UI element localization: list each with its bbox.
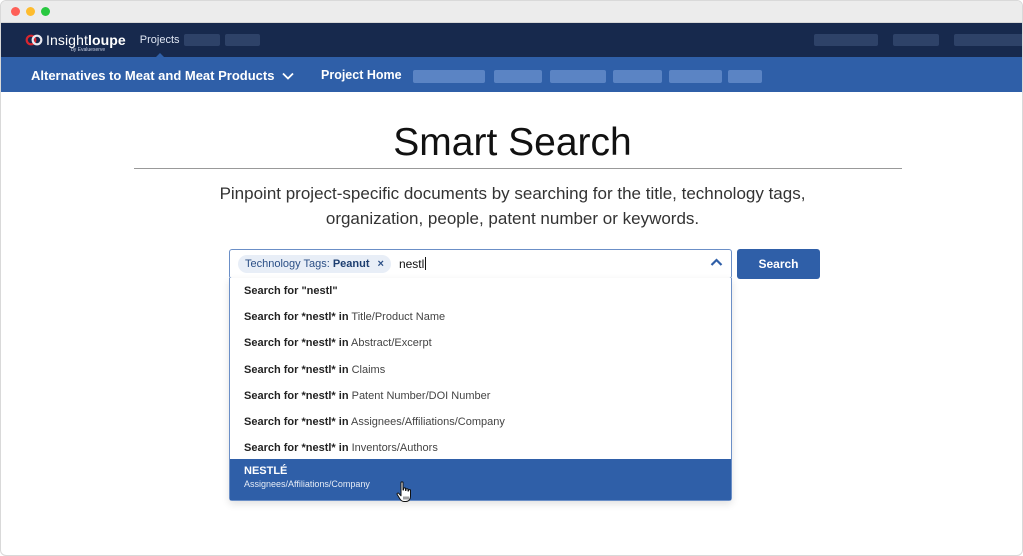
window-titlebar bbox=[1, 1, 1022, 23]
chevron-down-icon bbox=[282, 72, 295, 80]
tab-placeholder[interactable] bbox=[413, 70, 485, 83]
logo-text-light: Insight bbox=[46, 32, 88, 48]
suggestion-field: Assignees/Affiliations/Company bbox=[348, 415, 505, 428]
maximize-window-dot[interactable] bbox=[41, 7, 50, 16]
chevron-up-icon[interactable] bbox=[710, 258, 723, 267]
suggestion-field: Claims bbox=[348, 363, 386, 376]
tab-placeholder[interactable] bbox=[494, 70, 542, 83]
suggestion-option[interactable]: Search for *nestl* in Patent Number/DOI … bbox=[230, 383, 731, 409]
suggestion-entity-type: Assignees/Affiliations/Company bbox=[244, 479, 370, 489]
title-divider bbox=[134, 168, 902, 169]
suggestion-option[interactable]: Search for *nestl* in Assignees/Affiliat… bbox=[230, 409, 731, 435]
project-selector[interactable]: Alternatives to Meat and Meat Products bbox=[31, 68, 295, 83]
page-subtitle: Pinpoint project-specific documents by s… bbox=[219, 184, 806, 228]
logo-text-bold: loupe bbox=[87, 32, 126, 48]
close-icon[interactable]: × bbox=[378, 258, 384, 270]
nav-projects-label: Projects bbox=[139, 34, 180, 46]
text-cursor bbox=[425, 257, 427, 270]
tab-placeholder[interactable] bbox=[669, 70, 722, 83]
suggestion-field: Patent Number/DOI Number bbox=[348, 389, 491, 402]
tab-placeholder[interactable] bbox=[550, 70, 606, 83]
logo-mark-icon bbox=[25, 34, 43, 46]
suggestion-option[interactable]: Search for *nestl* in Title/Product Name bbox=[230, 304, 731, 330]
tab-project-home[interactable]: Project Home bbox=[321, 68, 402, 82]
nav-projects[interactable]: Projects bbox=[139, 23, 180, 58]
suggestion-entity-name: NESTLÉ bbox=[244, 465, 288, 477]
logo-text: Insightloupe bbox=[46, 32, 126, 48]
chip-value: Peanut bbox=[332, 258, 370, 270]
suggestion-bold: Search for "nestl" bbox=[244, 285, 338, 297]
minimize-window-dot[interactable] bbox=[26, 7, 35, 16]
chip-key: Technology Tags: bbox=[245, 258, 330, 270]
nav-item-placeholder[interactable] bbox=[954, 34, 1022, 46]
nav-item-placeholder[interactable] bbox=[893, 34, 939, 46]
suggestion-bold: Search for *nestl* in bbox=[244, 311, 349, 324]
nav-item-placeholder[interactable] bbox=[814, 34, 878, 46]
logo-subtext: by Evalueserve bbox=[71, 47, 106, 53]
project-navigation: Alternatives to Meat and Meat Products P… bbox=[1, 57, 1022, 92]
suggestion-option[interactable]: Search for *nestl* in Claims bbox=[230, 357, 731, 383]
nav-item-placeholder[interactable] bbox=[225, 34, 260, 46]
hand-pointer-icon bbox=[396, 481, 414, 503]
suggestion-field: Abstract/Excerpt bbox=[348, 337, 432, 350]
search-button[interactable]: Search bbox=[737, 249, 820, 279]
top-navigation: Insightloupe by Evalueserve Projects bbox=[1, 23, 1022, 58]
filter-chip-technology-tag[interactable]: Technology Tags: Peanut × bbox=[238, 255, 391, 273]
app-logo[interactable]: Insightloupe by Evalueserve bbox=[25, 32, 126, 53]
nav-item-placeholder[interactable] bbox=[184, 34, 220, 46]
suggestion-field: Title/Product Name bbox=[348, 311, 446, 324]
browser-window: Insightloupe by Evalueserve Projects Alt… bbox=[0, 0, 1023, 556]
suggestion-option[interactable]: Search for *nestl* in Inventors/Authors bbox=[230, 435, 731, 461]
tab-placeholder[interactable] bbox=[613, 70, 662, 83]
close-window-dot[interactable] bbox=[11, 7, 20, 16]
search-query-text[interactable]: nestl bbox=[398, 257, 427, 271]
suggestion-option[interactable]: Search for *nestl* in Abstract/Excerpt bbox=[230, 330, 731, 356]
suggestion-field: Inventors/Authors bbox=[348, 442, 438, 455]
tab-placeholder[interactable] bbox=[728, 70, 762, 83]
suggestion-bold: Search for *nestl* in bbox=[244, 442, 349, 455]
project-title: Alternatives to Meat and Meat Products bbox=[31, 68, 275, 83]
page-title: Smart Search bbox=[393, 121, 632, 164]
search-suggestions-dropdown: Search for "nestl" Search for *nestl* in… bbox=[229, 278, 732, 501]
suggestion-bold: Search for *nestl* in bbox=[244, 337, 349, 350]
smart-search-input[interactable]: Technology Tags: Peanut × nestl bbox=[229, 249, 732, 279]
suggestion-bold: Search for *nestl* in bbox=[244, 363, 349, 376]
suggestion-option[interactable]: Search for "nestl" bbox=[230, 278, 731, 304]
suggestion-bold: Search for *nestl* in bbox=[244, 415, 349, 428]
suggestion-option-highlighted[interactable]: NESTLÉ Assignees/Affiliations/Company bbox=[230, 459, 731, 500]
search-query-value: nestl bbox=[398, 257, 425, 271]
suggestion-bold: Search for *nestl* in bbox=[244, 389, 349, 402]
